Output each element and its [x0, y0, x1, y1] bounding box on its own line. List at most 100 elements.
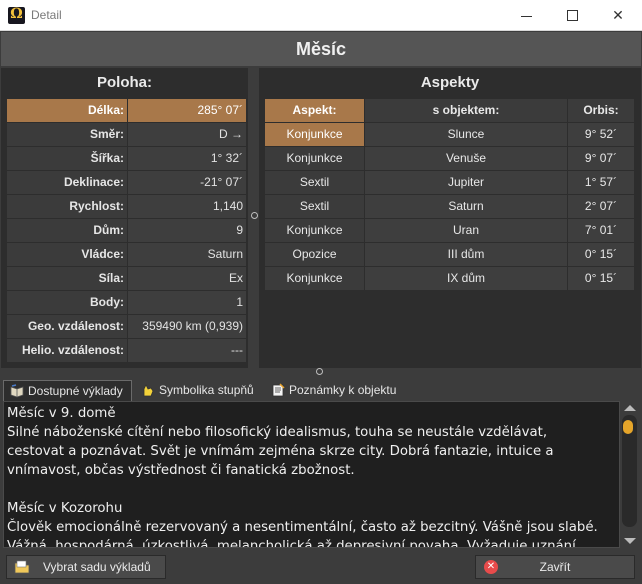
position-value: ---	[128, 339, 246, 362]
table-row[interactable]: Konjunkce Venuše 9° 07´	[265, 147, 634, 170]
minimize-button[interactable]	[503, 0, 549, 30]
maximize-button[interactable]	[549, 0, 595, 30]
scroll-up-icon[interactable]	[624, 405, 636, 411]
position-title: Poloha:	[97, 74, 152, 91]
position-label: Deklinace:	[7, 171, 127, 194]
folder-icon	[14, 560, 30, 574]
aspect-cell: Konjunkce	[265, 123, 364, 146]
position-row[interactable]: Směr: D →	[7, 123, 246, 146]
aspect-cell: Sextil	[265, 171, 364, 194]
vertical-scrollbar[interactable]	[620, 401, 640, 548]
object-column-header[interactable]: s objektem:	[365, 99, 567, 122]
close-window-button[interactable]: ✕	[595, 0, 641, 30]
position-value: 1	[128, 291, 246, 314]
position-label: Helio. vzdálenost:	[7, 339, 127, 362]
position-row[interactable]: Vládce: Saturn	[7, 243, 246, 266]
position-value: Saturn	[128, 243, 246, 266]
splitter-handle-icon	[251, 212, 258, 219]
position-row[interactable]: Dům: 9	[7, 219, 246, 242]
close-circle-icon: ✕	[484, 560, 498, 574]
position-value: D →	[128, 123, 246, 146]
aspect-cell: Konjunkce	[265, 219, 364, 242]
position-label: Šířka:	[7, 147, 127, 170]
minimize-icon	[520, 15, 532, 17]
page-title: Měsíc	[1, 32, 641, 66]
tab-label: Poznámky k objektu	[289, 383, 397, 397]
position-row[interactable]: Body: 1	[7, 291, 246, 314]
position-row[interactable]: Síla: Ex	[7, 267, 246, 290]
tab-degree-symbolism[interactable]: Symbolika stupňů	[135, 380, 262, 401]
select-interpretation-set-button[interactable]: Vybrat sadu výkladů	[6, 555, 166, 579]
orb-cell: 1° 57´	[568, 171, 634, 194]
object-cell: IX dům	[365, 267, 567, 290]
position-value: 285° 07´	[128, 99, 246, 122]
interpretation-text-area[interactable]: Měsíc v 9. domě Silné náboženské cítění …	[3, 401, 620, 548]
app-logo-icon: Ω	[8, 6, 25, 24]
aspect-cell: Konjunkce	[265, 147, 364, 170]
tab-label: Symbolika stupňů	[159, 383, 254, 397]
orb-cell: 9° 52´	[568, 123, 634, 146]
book-icon	[10, 384, 24, 398]
object-cell: Saturn	[365, 195, 567, 218]
position-value: Ex	[128, 267, 246, 290]
table-row[interactable]: Opozice III dům 0° 15´	[265, 243, 634, 266]
table-row[interactable]: Sextil Saturn 2° 07´	[265, 195, 634, 218]
tab-bar: Dostupné výklady Symbolika stupňů Poznám…	[0, 378, 642, 401]
orb-cell: 7° 01´	[568, 219, 634, 242]
select-set-label: Vybrat sadu výkladů	[43, 560, 151, 574]
position-row[interactable]: Šířka: 1° 32´	[7, 147, 246, 170]
position-label: Směr:	[7, 123, 127, 146]
close-label: Zavřít	[539, 560, 571, 574]
position-label: Vládce:	[7, 243, 127, 266]
orb-cell: 0° 15´	[568, 243, 634, 266]
position-row[interactable]: Helio. vzdálenost: ---	[7, 339, 246, 362]
position-label: Geo. vzdálenost:	[7, 315, 127, 338]
position-value: 359490 km (0,939)	[128, 315, 246, 338]
hand-icon	[143, 384, 154, 397]
window-title: Detail	[31, 8, 62, 22]
position-value: 1° 32´	[128, 147, 246, 170]
position-label: Rychlost:	[7, 195, 127, 218]
close-button[interactable]: ✕ Zavřít	[475, 555, 635, 579]
tab-label: Dostupné výklady	[28, 384, 123, 398]
position-row[interactable]: Délka: 285° 07´	[7, 99, 246, 122]
object-cell: Jupiter	[365, 171, 567, 194]
position-row[interactable]: Rychlost: 1,140	[7, 195, 246, 218]
aspect-column-header[interactable]: Aspekt:	[265, 99, 364, 122]
object-cell: Venuše	[365, 147, 567, 170]
table-row[interactable]: Konjunkce Slunce 9° 52´	[265, 123, 634, 146]
interpretation-heading: Měsíc v Kozorohu	[7, 501, 123, 516]
aspect-cell: Opozice	[265, 243, 364, 266]
table-row[interactable]: Konjunkce IX dům 0° 15´	[265, 267, 634, 290]
tab-available-interpretations[interactable]: Dostupné výklady	[3, 380, 132, 401]
table-row[interactable]: Konjunkce Uran 7° 01´	[265, 219, 634, 242]
aspects-table-header: Aspekt: s objektem: Orbis:	[265, 99, 634, 122]
orb-column-header[interactable]: Orbis:	[568, 99, 634, 122]
horizontal-splitter-handle-icon[interactable]	[316, 368, 323, 375]
tab-object-notes[interactable]: Poznámky k objektu	[265, 380, 405, 401]
position-value: 9	[128, 219, 246, 242]
position-label: Dům:	[7, 219, 127, 242]
vertical-splitter[interactable]	[248, 68, 259, 368]
table-row[interactable]: Sextil Jupiter 1° 57´	[265, 171, 634, 194]
maximize-icon	[566, 9, 578, 21]
position-panel: Poloha: Délka: 285° 07´ Směr: D → Šířka: 1° 3…	[1, 68, 248, 368]
close-icon: ✕	[612, 7, 624, 23]
aspect-cell: Konjunkce	[265, 267, 364, 290]
aspects-panel: Aspekty Aspekt: s objektem: Orbis: Konju…	[259, 68, 641, 368]
orb-cell: 9° 07´	[568, 147, 634, 170]
interpretation-paragraph: Člověk emocionálně rezervovaný a nesenti…	[7, 520, 598, 548]
interpretation-paragraph: Silné náboženské cítění nebo filosofický…	[7, 425, 554, 478]
scroll-down-icon[interactable]	[624, 538, 636, 544]
position-row[interactable]: Geo. vzdálenost: 359490 km (0,939)	[7, 315, 246, 338]
position-label: Délka:	[7, 99, 127, 122]
position-row[interactable]: Deklinace: -21° 07´	[7, 171, 246, 194]
window-titlebar: Ω Detail ✕	[0, 0, 642, 31]
aspect-cell: Sextil	[265, 195, 364, 218]
object-cell: Uran	[365, 219, 567, 242]
aspects-title: Aspekty	[420, 74, 480, 91]
object-cell: III dům	[365, 243, 567, 266]
position-value: 1,140	[128, 195, 246, 218]
scrollbar-thumb[interactable]	[623, 420, 633, 434]
orb-cell: 0° 15´	[568, 267, 634, 290]
